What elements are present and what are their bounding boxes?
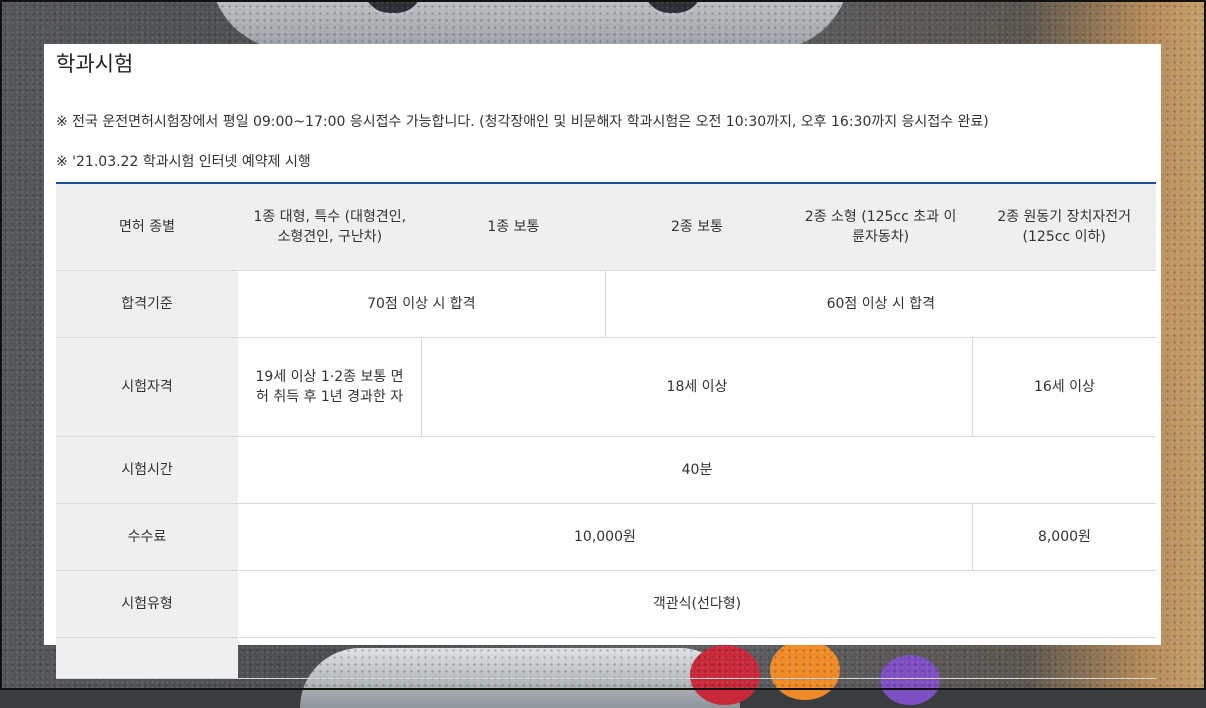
partial-row-value (238, 637, 1156, 679)
exam-info-table: 면허 종별 1종 대형, 특수 (대형견인, 소형견인, 구난차) 1종 보통 … (56, 184, 1156, 679)
header-class1-large: 1종 대형, 특수 (대형견인, 소형견인, 구난차) (238, 184, 422, 271)
page-title: 학과시험 (56, 52, 134, 76)
car-headlight-right (640, 0, 706, 16)
notice-reception-hours: ※ 전국 운전면허시험장에서 평일 09:00~17:00 응시접수 가능합니다… (56, 114, 989, 130)
table-row-pass-criteria: 합격기준 70점 이상 시 합격 60점 이상 시 합격 (56, 270, 1156, 338)
header-class2-regular: 2종 보통 (605, 184, 789, 271)
header-class2-moped: 2종 원동기 장치자전거 (125cc 이하) (972, 184, 1156, 271)
duration-value: 40분 (238, 436, 1156, 504)
qualification-moped: 16세 이상 (971, 337, 1156, 437)
car-hood-image (210, 0, 850, 50)
table-row-fee: 수수료 10,000원 8,000원 (56, 503, 1156, 571)
exam-type-value: 객관식(선다형) (238, 570, 1156, 638)
table-row-exam-type: 시험유형 객관식(선다형) (56, 570, 1156, 638)
row-label-qualification: 시험자격 (56, 337, 238, 437)
car-headlight-left (360, 0, 426, 16)
row-label-duration: 시험시간 (56, 436, 238, 504)
pass-class1: 70점 이상 시 합격 (238, 270, 606, 338)
table-header-row: 면허 종별 1종 대형, 특수 (대형견인, 소형견인, 구난차) 1종 보통 … (56, 184, 1156, 271)
qualification-class1-large: 19세 이상 1·2종 보통 면허 취득 후 1년 경과한 자 (238, 337, 422, 437)
row-label-exam-type: 시험유형 (56, 570, 238, 638)
fee-moped: 8,000원 (971, 503, 1156, 571)
exam-info-panel: 학과시험 ※ 전국 운전면허시험장에서 평일 09:00~17:00 응시접수 … (44, 44, 1161, 679)
qualification-general: 18세 이상 (421, 337, 973, 437)
notice-internet-reservation: ※ '21.03.22 학과시험 인터넷 예약제 시행 (56, 154, 311, 170)
header-class2-small: 2종 소형 (125cc 초과 이륜자동차) (788, 184, 973, 271)
table-row-duration: 시험시간 40분 (56, 436, 1156, 504)
row-label-partial (56, 637, 238, 679)
header-license-type: 면허 종별 (56, 184, 238, 271)
fee-general: 10,000원 (238, 503, 973, 571)
row-label-fee: 수수료 (56, 503, 238, 571)
pass-class2: 60점 이상 시 합격 (604, 270, 1156, 338)
table-row-partial (56, 637, 1156, 679)
row-label-pass: 합격기준 (56, 270, 238, 338)
table-row-qualification: 시험자격 19세 이상 1·2종 보통 면허 취득 후 1년 경과한 자 18세… (56, 337, 1156, 437)
header-class1-regular: 1종 보통 (421, 184, 606, 271)
